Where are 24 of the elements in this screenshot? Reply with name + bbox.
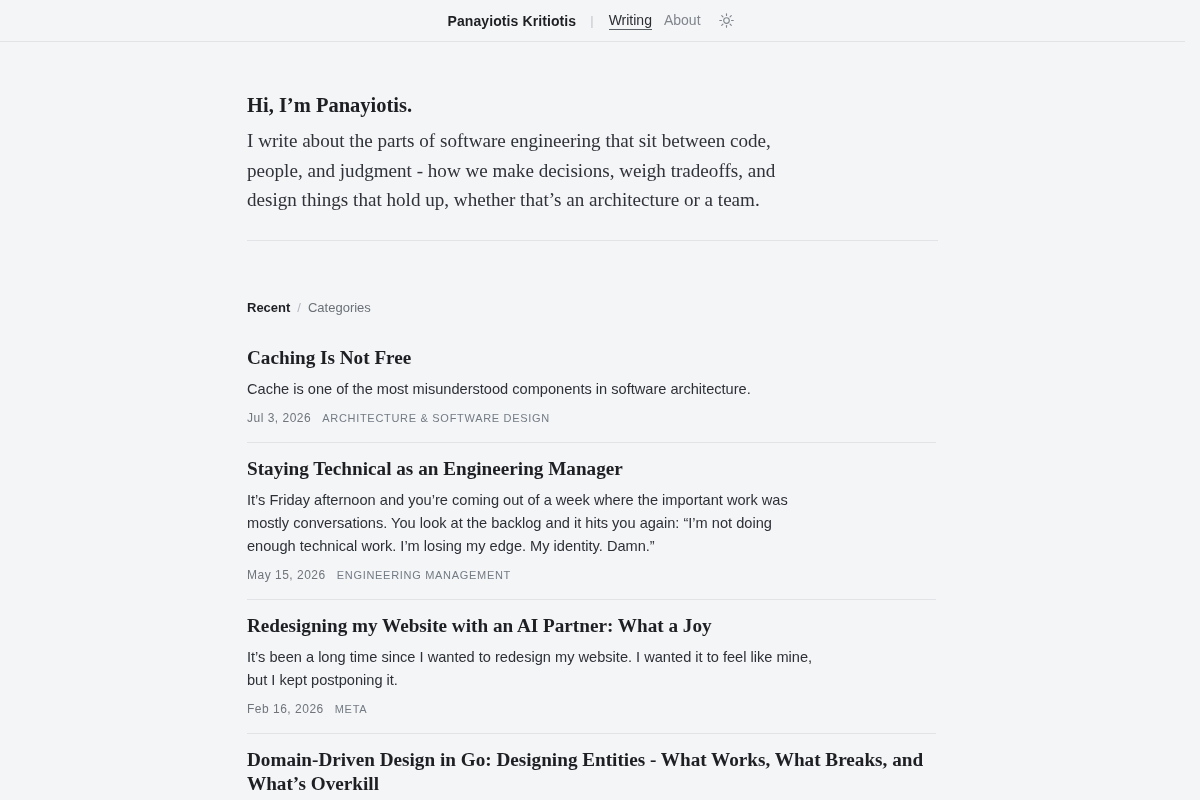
feed-tab[interactable]: Recent: [247, 298, 291, 317]
nav-link[interactable]: About: [663, 11, 701, 30]
post-title-link[interactable]: Caching Is Not Free: [247, 345, 936, 370]
tab-separator: /: [297, 298, 301, 317]
theme-toggle-button[interactable]: [718, 13, 734, 28]
feed-tab[interactable]: Categories: [308, 298, 371, 317]
category-link[interactable]: META: [334, 700, 368, 717]
post-excerpt: It’s Friday afternoon and you’re coming out of a week where the important work was mostly conversations. You look at the backlog and it hits you again: “I’m not doing enough technical work. I’m losing my edge. My identity. Damn.”: [247, 490, 789, 556]
post-date: May 15, 2026: [247, 566, 326, 583]
intro-paragraph: I write about the parts of software engineering that sit between code, people, and judgment - how we make decisions, weigh tradeoffs, and design things that hold up, whether that’s an architecture or a team.: [247, 129, 777, 212]
post-title-link[interactable]: Redesigning my Website with an AI Partner: What a Joy: [247, 613, 936, 638]
category-link[interactable]: ENGINEERING MANAGEMENT: [336, 566, 512, 583]
sun-icon: [718, 13, 734, 28]
post-date: Jul 3, 2026: [247, 409, 312, 426]
post-excerpt: It’s been a long time since I wanted to redesign my website. I wanted it to feel like mine, but I kept postponing it.: [247, 647, 814, 690]
nav-separator: |: [590, 13, 594, 28]
category-link[interactable]: ARCHITECTURE & SOFTWARE DESIGN: [322, 409, 550, 426]
post-title-link[interactable]: Staying Technical as an Engineering Manager: [247, 456, 936, 481]
post-date: Feb 16, 2026: [247, 700, 324, 717]
nav-link[interactable]: Writing: [608, 11, 652, 30]
post-excerpt: Cache is one of the most misunderstood components in software architecture.: [247, 379, 752, 399]
intro-heading: Hi, I’m Panayiotis.: [247, 93, 414, 119]
post-title-link[interactable]: Domain-Driven Design in Go: Designing Entities - What Works, What Breaks, and What’s Overkill: [247, 747, 936, 796]
site-title-link[interactable]: Panayiotis Kritiotis: [447, 12, 577, 29]
